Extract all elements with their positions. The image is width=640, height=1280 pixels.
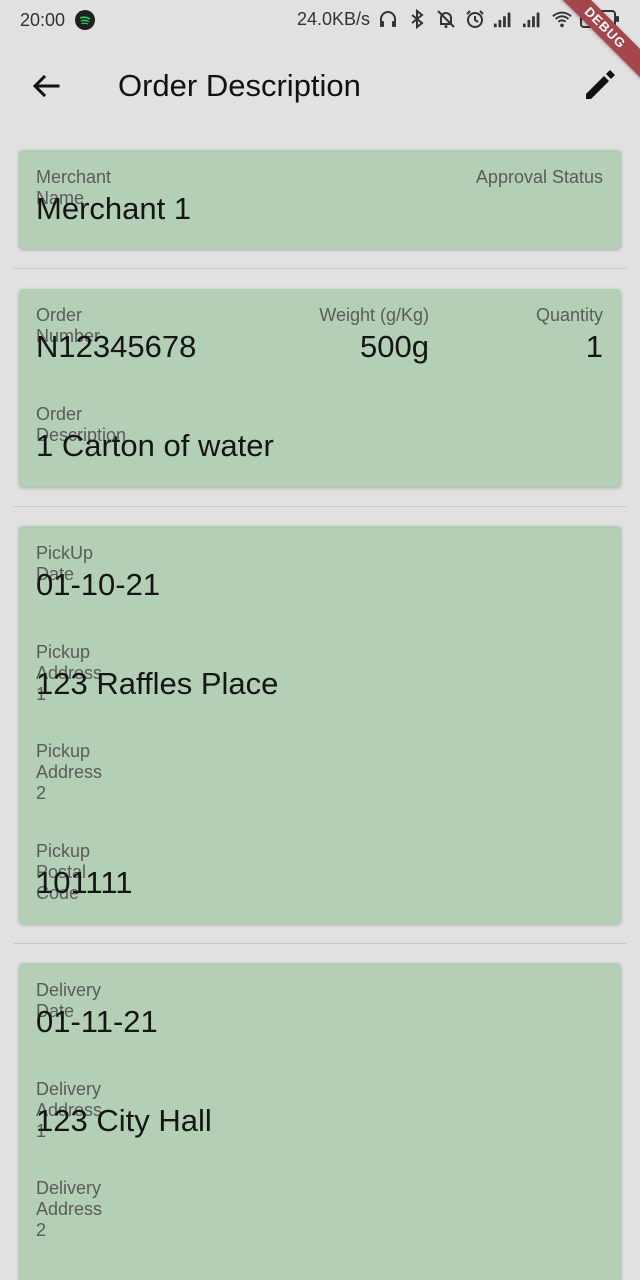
- bluetooth-icon: [411, 8, 424, 30]
- pickup-postal-value: 101111: [36, 865, 133, 900]
- weight-value: 500g: [360, 329, 429, 364]
- delivery-card: Delivery Date 01-11-21 Delivery Address …: [19, 963, 621, 1280]
- alarm-icon: [466, 10, 484, 28]
- merchant-name-value: Merchant 1: [36, 191, 192, 226]
- arrow-back-icon: [32, 74, 60, 98]
- status-bar: 20:00 24.0KB/s 61: [0, 0, 640, 40]
- alarm-off-icon: [437, 10, 455, 28]
- delivery-address1-value: 123 City Hall: [36, 1103, 212, 1138]
- status-time: 20:00: [20, 9, 66, 30]
- signal-icon: [493, 12, 511, 28]
- quantity-label: Quantity: [535, 305, 603, 325]
- delivery-date-value: 01-11-21: [36, 1004, 158, 1039]
- edit-button[interactable]: [580, 64, 620, 104]
- approval-status-label: Approval Status: [475, 167, 603, 187]
- app-bar: Order Description: [0, 40, 640, 132]
- signal-icon: [522, 12, 540, 28]
- spotify-icon: [75, 10, 96, 30]
- delivery-address2-label: Delivery Address 2: [36, 1178, 103, 1240]
- network-speed: 24.0KB/s: [296, 8, 370, 29]
- edit-pencil-icon: [586, 70, 615, 99]
- pickup-address1-value: 123 Raffles Place: [36, 666, 279, 701]
- headphones-icon: [380, 11, 396, 27]
- page-title: Order Description: [118, 68, 361, 103]
- divider: [14, 268, 626, 269]
- divider: [14, 506, 626, 507]
- order-description-value: 1 Carton of water: [36, 428, 274, 463]
- pickup-address2-label: Pickup Address 2: [36, 741, 103, 803]
- pickup-card: PickUp Date 01-10-21 Pickup Address 1 12…: [19, 526, 621, 924]
- divider: [14, 943, 626, 944]
- status-icons: 24.0KB/s 61: [296, 8, 619, 30]
- merchant-card: Merchant Name Merchant 1 Approval Status: [19, 150, 621, 249]
- quantity-value: 1: [585, 329, 603, 364]
- pickup-date-value: 01-10-21: [36, 567, 161, 602]
- weight-label: Weight (g/Kg): [319, 305, 429, 325]
- order-card: Order Number N12345678 Weight (g/Kg) 500…: [19, 289, 621, 487]
- order-description-screen: 20:00 24.0KB/s 61 DEBUG Order Descriptio…: [0, 0, 640, 1280]
- order-number-value: N12345678: [36, 329, 197, 364]
- back-button[interactable]: [24, 64, 68, 108]
- wifi-icon: [552, 11, 572, 28]
